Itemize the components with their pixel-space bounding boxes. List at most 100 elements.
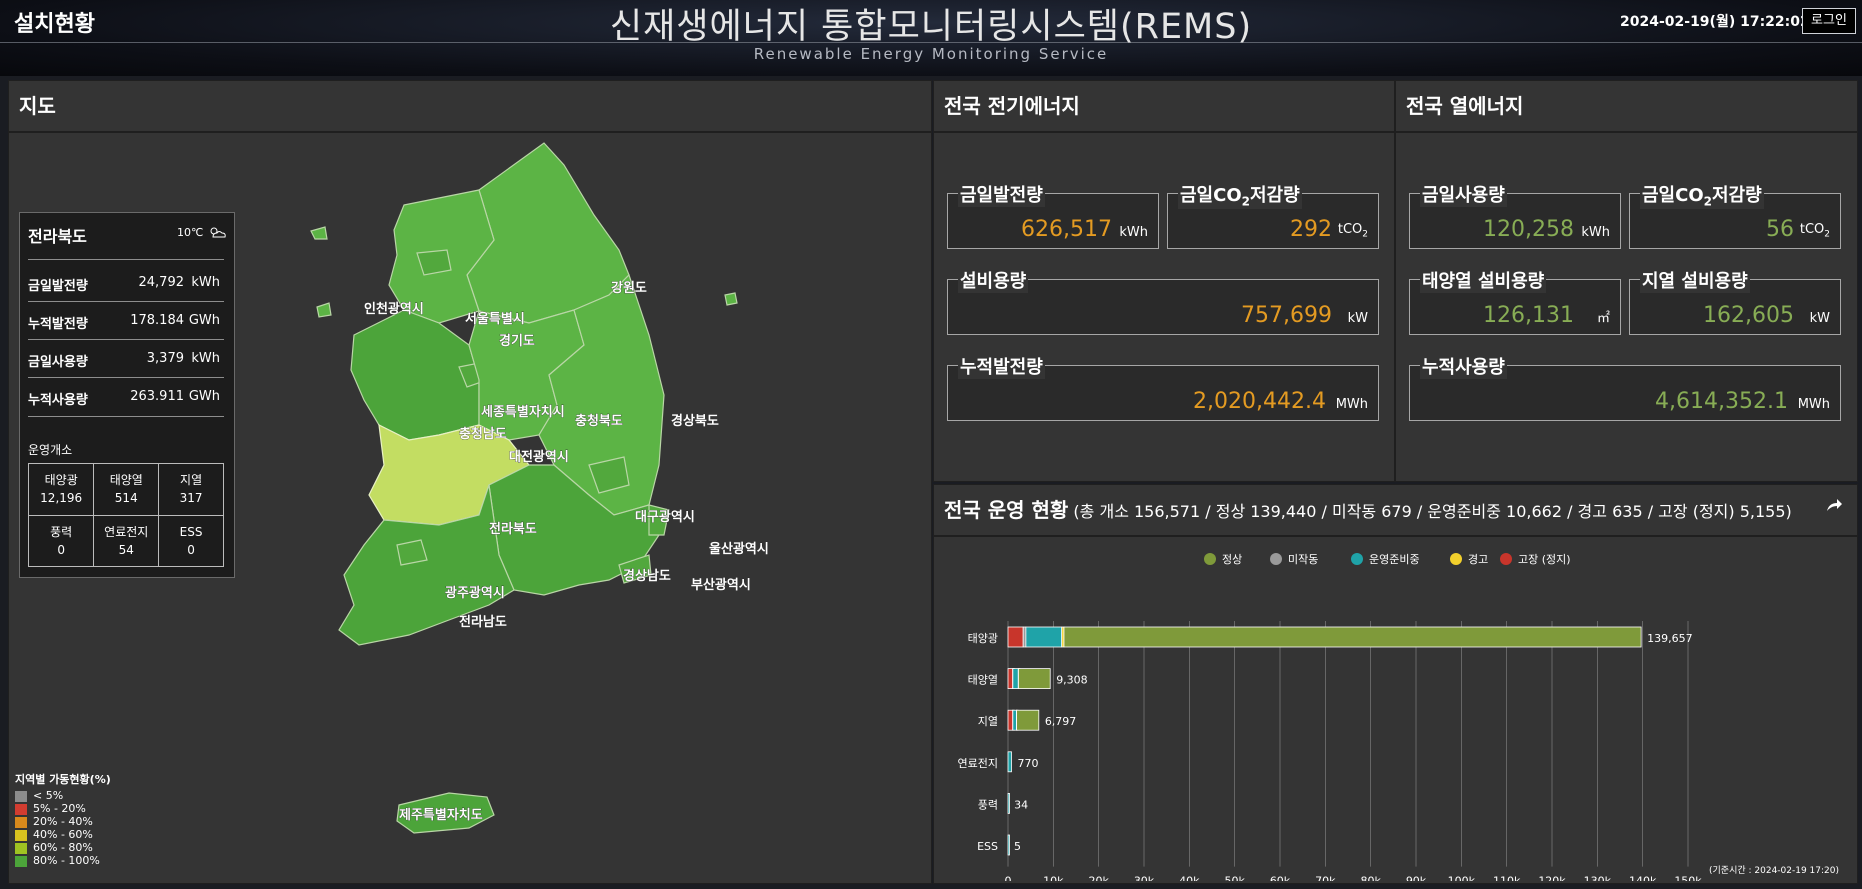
ops-name: ESS <box>179 524 203 539</box>
stat-label: 금일CO2저감량 <box>1178 181 1302 209</box>
ops-value: 0 <box>57 542 65 557</box>
ops-label: 운영개소 <box>28 443 73 457</box>
operation-status-panel: 전국 운영 현황 (총 개소 156,571 / 정상 139,440 / 미작… <box>933 484 1858 884</box>
stat-unit: MWh <box>1335 397 1368 412</box>
legend-swatch <box>15 855 27 867</box>
heat-today-use-box: 금일사용량 120,258 kWh <box>1409 181 1621 249</box>
stat-unit: tCO2 <box>1338 222 1368 240</box>
chart-data-label: 9,308 <box>1056 674 1088 687</box>
legend-label: 5% - 20% <box>33 802 86 815</box>
stat-label-tail: 저감량 <box>1250 185 1300 206</box>
map-label-jeonbuk: 전라북도 <box>489 521 537 537</box>
stat-unit: kW <box>1347 311 1368 326</box>
heat-cumulative-box: 누적사용량 4,614,352.1 MWh <box>1409 353 1841 421</box>
chart-legend-label: 미작동 <box>1288 553 1318 566</box>
chart-bar-segment <box>1007 668 1014 690</box>
ops-cell: 태양광 12,196 <box>27 463 95 516</box>
chart-data-label: 5 <box>1014 840 1021 853</box>
chart-data-label: 770 <box>1017 757 1038 770</box>
stat-value: 56 <box>1766 217 1794 242</box>
unit-main: tCO <box>1337 222 1363 238</box>
temperature-value: 10℃ <box>177 226 204 239</box>
chart-bar-segment <box>1063 626 1642 648</box>
map-label-daegu: 대구광역시 <box>635 509 695 525</box>
map-label-busan: 부산광역시 <box>691 577 751 593</box>
chart-legend-label: 경고 <box>1468 553 1488 566</box>
stat-unit: kW <box>1809 311 1830 326</box>
stat-unit: tCO2 <box>1800 222 1830 240</box>
chart-bar-segment <box>1007 792 1010 814</box>
chart-tick-label: 130k <box>1584 875 1612 881</box>
info-row-today-use: 금일사용량 3,379 kWh <box>28 339 224 377</box>
ops-cell: 풍력 0 <box>27 514 95 567</box>
map-label-gangwon: 강원도 <box>611 280 647 296</box>
chart-tick-label: 60k <box>1270 875 1291 881</box>
chart-bar-segment <box>1018 668 1051 690</box>
status-panel-header: 전국 운영 현황 (총 개소 156,571 / 정상 139,440 / 미작… <box>934 485 1857 537</box>
chart-tick-label: 80k <box>1360 875 1381 881</box>
chart-legend-marker <box>1351 553 1363 565</box>
login-button[interactable]: 로그인 <box>1802 8 1856 34</box>
region-ulleung[interactable] <box>724 292 738 306</box>
region-chungnam[interactable] <box>350 309 480 441</box>
info-label: 누적사용량 <box>28 393 88 408</box>
stat-label-tail: 저감량 <box>1712 185 1762 206</box>
info-value: 263.911 <box>130 389 184 404</box>
map-label-gyeonggi: 경기도 <box>499 333 535 349</box>
legend-label: < 5% <box>33 789 64 802</box>
map-panel-title: 지도 <box>9 81 931 133</box>
legend-label: 20% - 40% <box>33 815 93 828</box>
stat-label-main: 금일CO <box>1642 185 1704 206</box>
share-arrow-icon[interactable] <box>1825 497 1843 518</box>
chart-tick-label: 0 <box>1005 875 1012 881</box>
electric-energy-panel: 전국 전기에너지 금일발전량 626,517 kWh 금일CO2저감량 292 … <box>933 80 1395 482</box>
stat-unit: ㎡ <box>1596 311 1610 326</box>
stat-label: 누적발전량 <box>958 353 1045 379</box>
stat-value: 4,614,352.1 <box>1655 389 1788 414</box>
legend-swatch <box>15 790 27 802</box>
status-bar-chart: 정상 미작동 운영준비중 경고 고장 (정지) 0 10k 20k 30k 40k 50k 60k 70… <box>958 553 1839 881</box>
chart-data-label: 6,797 <box>1045 715 1077 728</box>
ops-name: 태양열 <box>109 473 143 488</box>
chart-tick-label: 90k <box>1406 875 1427 881</box>
ops-name: 지열 <box>180 473 203 488</box>
map-label-gwangju: 광주광역시 <box>445 585 505 601</box>
chart-bar-segment <box>1016 709 1040 731</box>
chart-tick-label: 20k <box>1088 875 1109 881</box>
stat-label: 금일CO2저감량 <box>1640 181 1764 209</box>
stat-label: 누적사용량 <box>1420 353 1507 379</box>
heat-solar-capacity-box: 태양열 설비용량 126,131 ㎡ <box>1409 267 1621 335</box>
info-region-name: 전라북도 <box>28 227 87 246</box>
stat-value: 292 <box>1290 217 1332 242</box>
legend-swatch <box>15 829 27 841</box>
chart-category-label: ESS <box>977 840 998 853</box>
region-gwangju[interactable] <box>396 539 428 566</box>
info-row-cum-use: 누적사용량 263.911 GWh <box>28 377 224 415</box>
map-panel: 지도 인천광역시 서울특별시 경기도 강원도 세종특별자치시 충청북도 경상북도… <box>8 80 932 884</box>
page-subtitle: Renewable Energy Monitoring Service <box>753 45 1109 63</box>
chart-tick-label: 100k <box>1448 875 1476 881</box>
legend-item: < 5% <box>15 789 111 802</box>
legend-title: 지역별 가동현황(%) <box>15 773 111 786</box>
map-label-gyeongnam: 경상남도 <box>623 568 671 584</box>
stat-label: 태양열 설비용량 <box>1420 267 1547 293</box>
ops-cell: ESS 0 <box>158 514 224 567</box>
map-label-gyeongbuk: 경상북도 <box>671 413 719 429</box>
chart-category-label: 풍력 <box>978 798 998 811</box>
stat-value: 126,131 <box>1483 303 1574 328</box>
stat-label: 지열 설비용량 <box>1640 267 1750 293</box>
unit-main: tCO <box>1799 222 1825 238</box>
page-title: 신재생에너지 통합모니터링시스템(REMS) <box>609 7 1253 47</box>
chart-category-label: 태양열 <box>968 674 998 687</box>
ops-name: 연료전지 <box>104 524 149 539</box>
stat-value: 120,258 <box>1483 217 1574 242</box>
chart-bar-segment <box>1022 626 1027 648</box>
map-label-jeonnam: 전라남도 <box>459 614 507 630</box>
info-unit: kWh <box>191 351 220 366</box>
stat-value: 626,517 <box>1021 217 1112 242</box>
region-incheon-islands[interactable] <box>310 226 332 318</box>
chart-tick-label: 110k <box>1493 875 1521 881</box>
chart-legend-label: 운영준비중 <box>1369 553 1420 566</box>
chart-tick-label: 50k <box>1224 875 1245 881</box>
chart-tick-label: 140k <box>1629 875 1657 881</box>
